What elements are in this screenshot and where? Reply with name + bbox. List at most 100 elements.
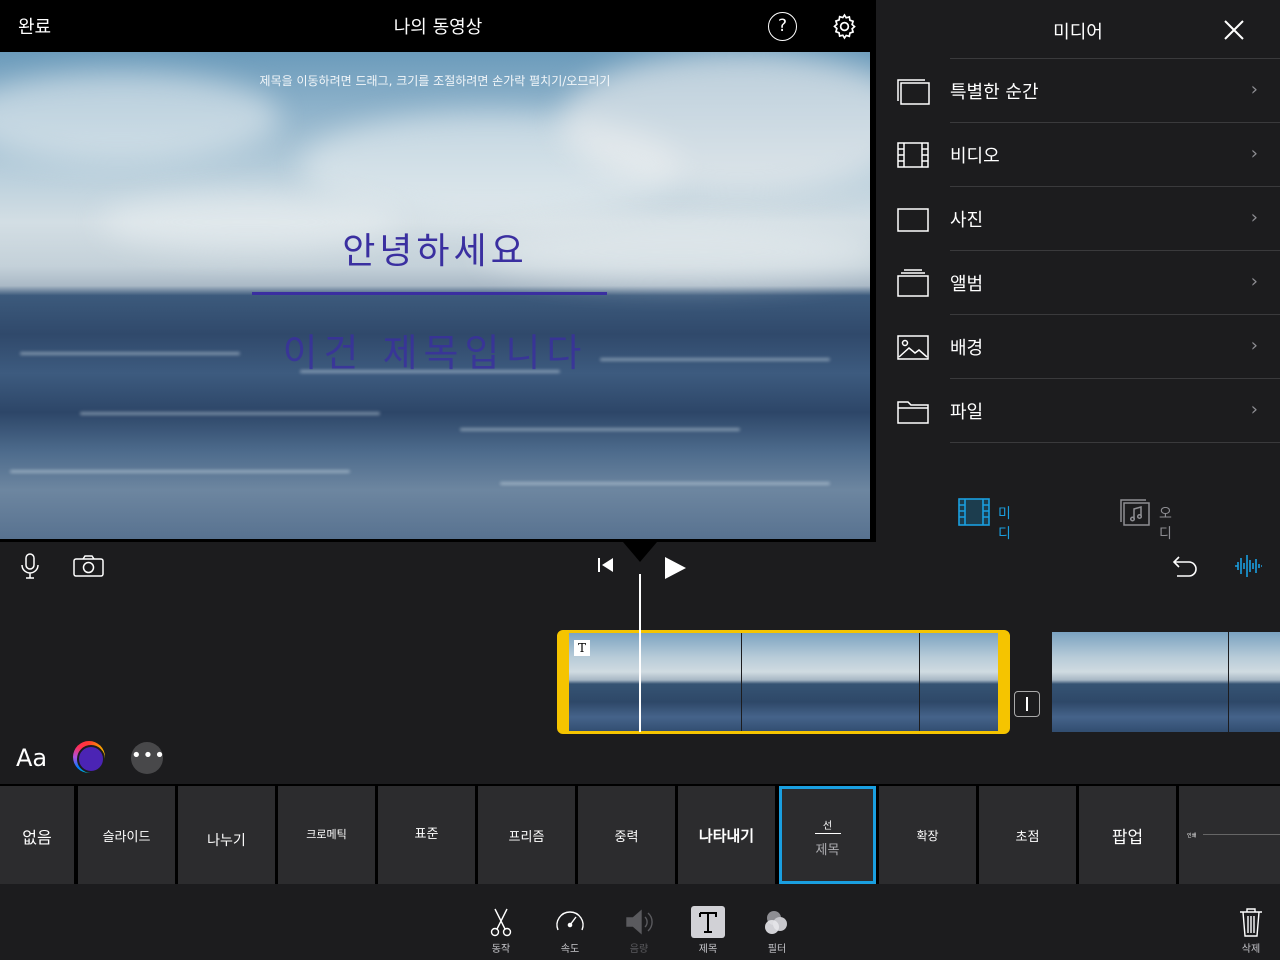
close-icon — [1224, 20, 1244, 40]
media-item-label: 앨범 — [950, 274, 984, 295]
skip-back-icon — [598, 558, 613, 572]
film-icon — [897, 142, 929, 168]
voiceover-button[interactable] — [20, 552, 40, 584]
media-item-moments[interactable]: 특별한 순간 › — [876, 58, 1280, 122]
style-label: 표준 — [414, 827, 439, 842]
title-style-focus[interactable]: 초점 — [979, 786, 1076, 884]
camera-button[interactable] — [73, 555, 104, 581]
media-panel: 미디어 특별한 순간 › 비디오 › 사진 › 앨범 › 배경 › 파일 › 미… — [876, 0, 1280, 562]
title-text-line1[interactable]: 안녕하세요 — [0, 222, 870, 274]
chevron-right-icon: › — [1250, 207, 1258, 228]
scissors-icon — [490, 908, 512, 937]
delete-label: 삭제 — [1241, 944, 1261, 955]
undo-button[interactable] — [1172, 554, 1199, 582]
top-bar: 완료 나의 동영상 ? — [0, 0, 876, 52]
title-style-bar: Aa ••• — [0, 732, 1280, 784]
font-button[interactable]: Aa — [16, 744, 47, 772]
background-icon — [897, 335, 929, 360]
album-icon — [897, 269, 929, 297]
filter-icon — [765, 911, 787, 934]
style-label: 없음 — [22, 828, 52, 847]
tool-label: 필터 — [767, 944, 787, 955]
undo-icon — [1172, 556, 1197, 577]
tool-label: 음량 — [629, 944, 649, 955]
camera-icon — [73, 555, 104, 577]
style-label: 나누기 — [207, 833, 246, 849]
title-style-chromatic[interactable]: 크로메틱 — [278, 786, 375, 884]
gear-icon — [833, 13, 856, 40]
style-label: 팝업 — [1111, 828, 1144, 848]
media-item-photos[interactable]: 사진 › — [876, 186, 1280, 250]
moments-icon — [897, 79, 930, 105]
title-style-print[interactable]: 인쇄 — [1179, 786, 1280, 884]
title-style-standard[interactable]: 표준 — [378, 786, 475, 884]
media-item-label: 비디오 — [950, 146, 1000, 167]
chevron-right-icon: › — [1250, 143, 1258, 164]
title-style-expand[interactable]: 확장 — [879, 786, 976, 884]
color-picker-button[interactable] — [73, 741, 105, 773]
tool-filters[interactable]: 필터 — [752, 906, 802, 960]
video-preview[interactable]: 제목을 이동하려면 드래그, 크기를 조절하려면 손가락 펼치기/오므리기 안녕… — [0, 52, 870, 539]
media-item-backgrounds[interactable]: 배경 › — [876, 314, 1280, 378]
play-button[interactable] — [663, 556, 687, 584]
media-item-albums[interactable]: 앨범 › — [876, 250, 1280, 314]
title-text-line2[interactable]: 이건 제목입니다 — [0, 322, 870, 377]
media-item-video[interactable]: 비디오 › — [876, 122, 1280, 186]
waveform-icon — [1235, 555, 1262, 577]
style-sublabel: 제목 — [815, 843, 840, 858]
audio-waveform-button[interactable] — [1234, 552, 1262, 584]
media-panel-title: 미디어 — [1053, 22, 1103, 43]
tool-label: 제목 — [698, 944, 718, 955]
inspector-toolbar: 동작 속도 음량 제목 필터 삭제 — [0, 884, 1280, 960]
tool-label: 동작 — [491, 944, 511, 955]
settings-button[interactable] — [830, 12, 859, 41]
photo-icon — [897, 208, 929, 232]
tool-volume[interactable]: 음량 — [614, 906, 664, 960]
close-button[interactable] — [1222, 18, 1246, 42]
done-button[interactable]: 완료 — [18, 13, 51, 39]
style-label: 프리즘 — [508, 830, 545, 845]
music-note-icon — [1120, 499, 1150, 526]
style-label: 슬라이드 — [102, 830, 151, 845]
timeline: T — [0, 542, 1280, 734]
title-style-pop-up[interactable]: 팝업 — [1079, 786, 1176, 884]
help-button[interactable]: ? — [768, 12, 797, 41]
playhead-marker — [623, 542, 657, 562]
title-style-none[interactable]: 없음 — [0, 786, 74, 884]
chevron-right-icon: › — [1250, 399, 1258, 420]
chevron-right-icon: › — [1250, 79, 1258, 100]
more-options-button[interactable]: ••• — [131, 742, 165, 774]
media-item-label: 배경 — [950, 338, 984, 359]
style-label: 크로메틱 — [306, 828, 347, 841]
transition-button[interactable] — [1014, 691, 1040, 717]
title-style-slide[interactable]: 슬라이드 — [78, 786, 175, 884]
title-style-split[interactable]: 나누기 — [178, 786, 275, 884]
clip-selection-frame[interactable] — [557, 630, 1010, 734]
tool-actions[interactable]: 동작 — [476, 906, 526, 960]
style-label: 초점 — [1015, 830, 1040, 845]
tool-titles[interactable]: 제목 — [683, 906, 733, 960]
help-icon: ? — [777, 16, 788, 36]
tool-speed[interactable]: 속도 — [545, 906, 595, 960]
delete-button[interactable]: 삭제 — [1226, 906, 1276, 960]
title-hint: 제목을 이동하려면 드래그, 크기를 조절하려면 손가락 펼치기/오므리기 — [259, 74, 611, 88]
style-label: 중력 — [614, 830, 639, 845]
title-style-reveal[interactable]: 나타내기 — [678, 786, 775, 884]
chevron-right-icon: › — [1250, 335, 1258, 356]
media-item-label: 사진 — [950, 210, 984, 231]
media-film-icon — [958, 498, 990, 526]
media-item-label: 특별한 순간 — [950, 82, 1039, 103]
title-style-gravity[interactable]: 중력 — [578, 786, 675, 884]
timeline-clip[interactable] — [1052, 632, 1280, 732]
chevron-right-icon: › — [1250, 271, 1258, 292]
title-style-line[interactable]: 선 제목 — [779, 786, 876, 884]
skip-to-start-button[interactable] — [597, 557, 615, 577]
speedometer-icon — [556, 911, 584, 931]
media-item-files[interactable]: 파일 › — [876, 378, 1280, 443]
title-t-icon — [691, 906, 725, 938]
style-label: 확장 — [916, 829, 939, 843]
playhead[interactable] — [639, 574, 641, 732]
folder-icon — [897, 401, 929, 424]
style-label: 선 — [822, 821, 833, 832]
title-style-prism[interactable]: 프리즘 — [478, 786, 575, 884]
